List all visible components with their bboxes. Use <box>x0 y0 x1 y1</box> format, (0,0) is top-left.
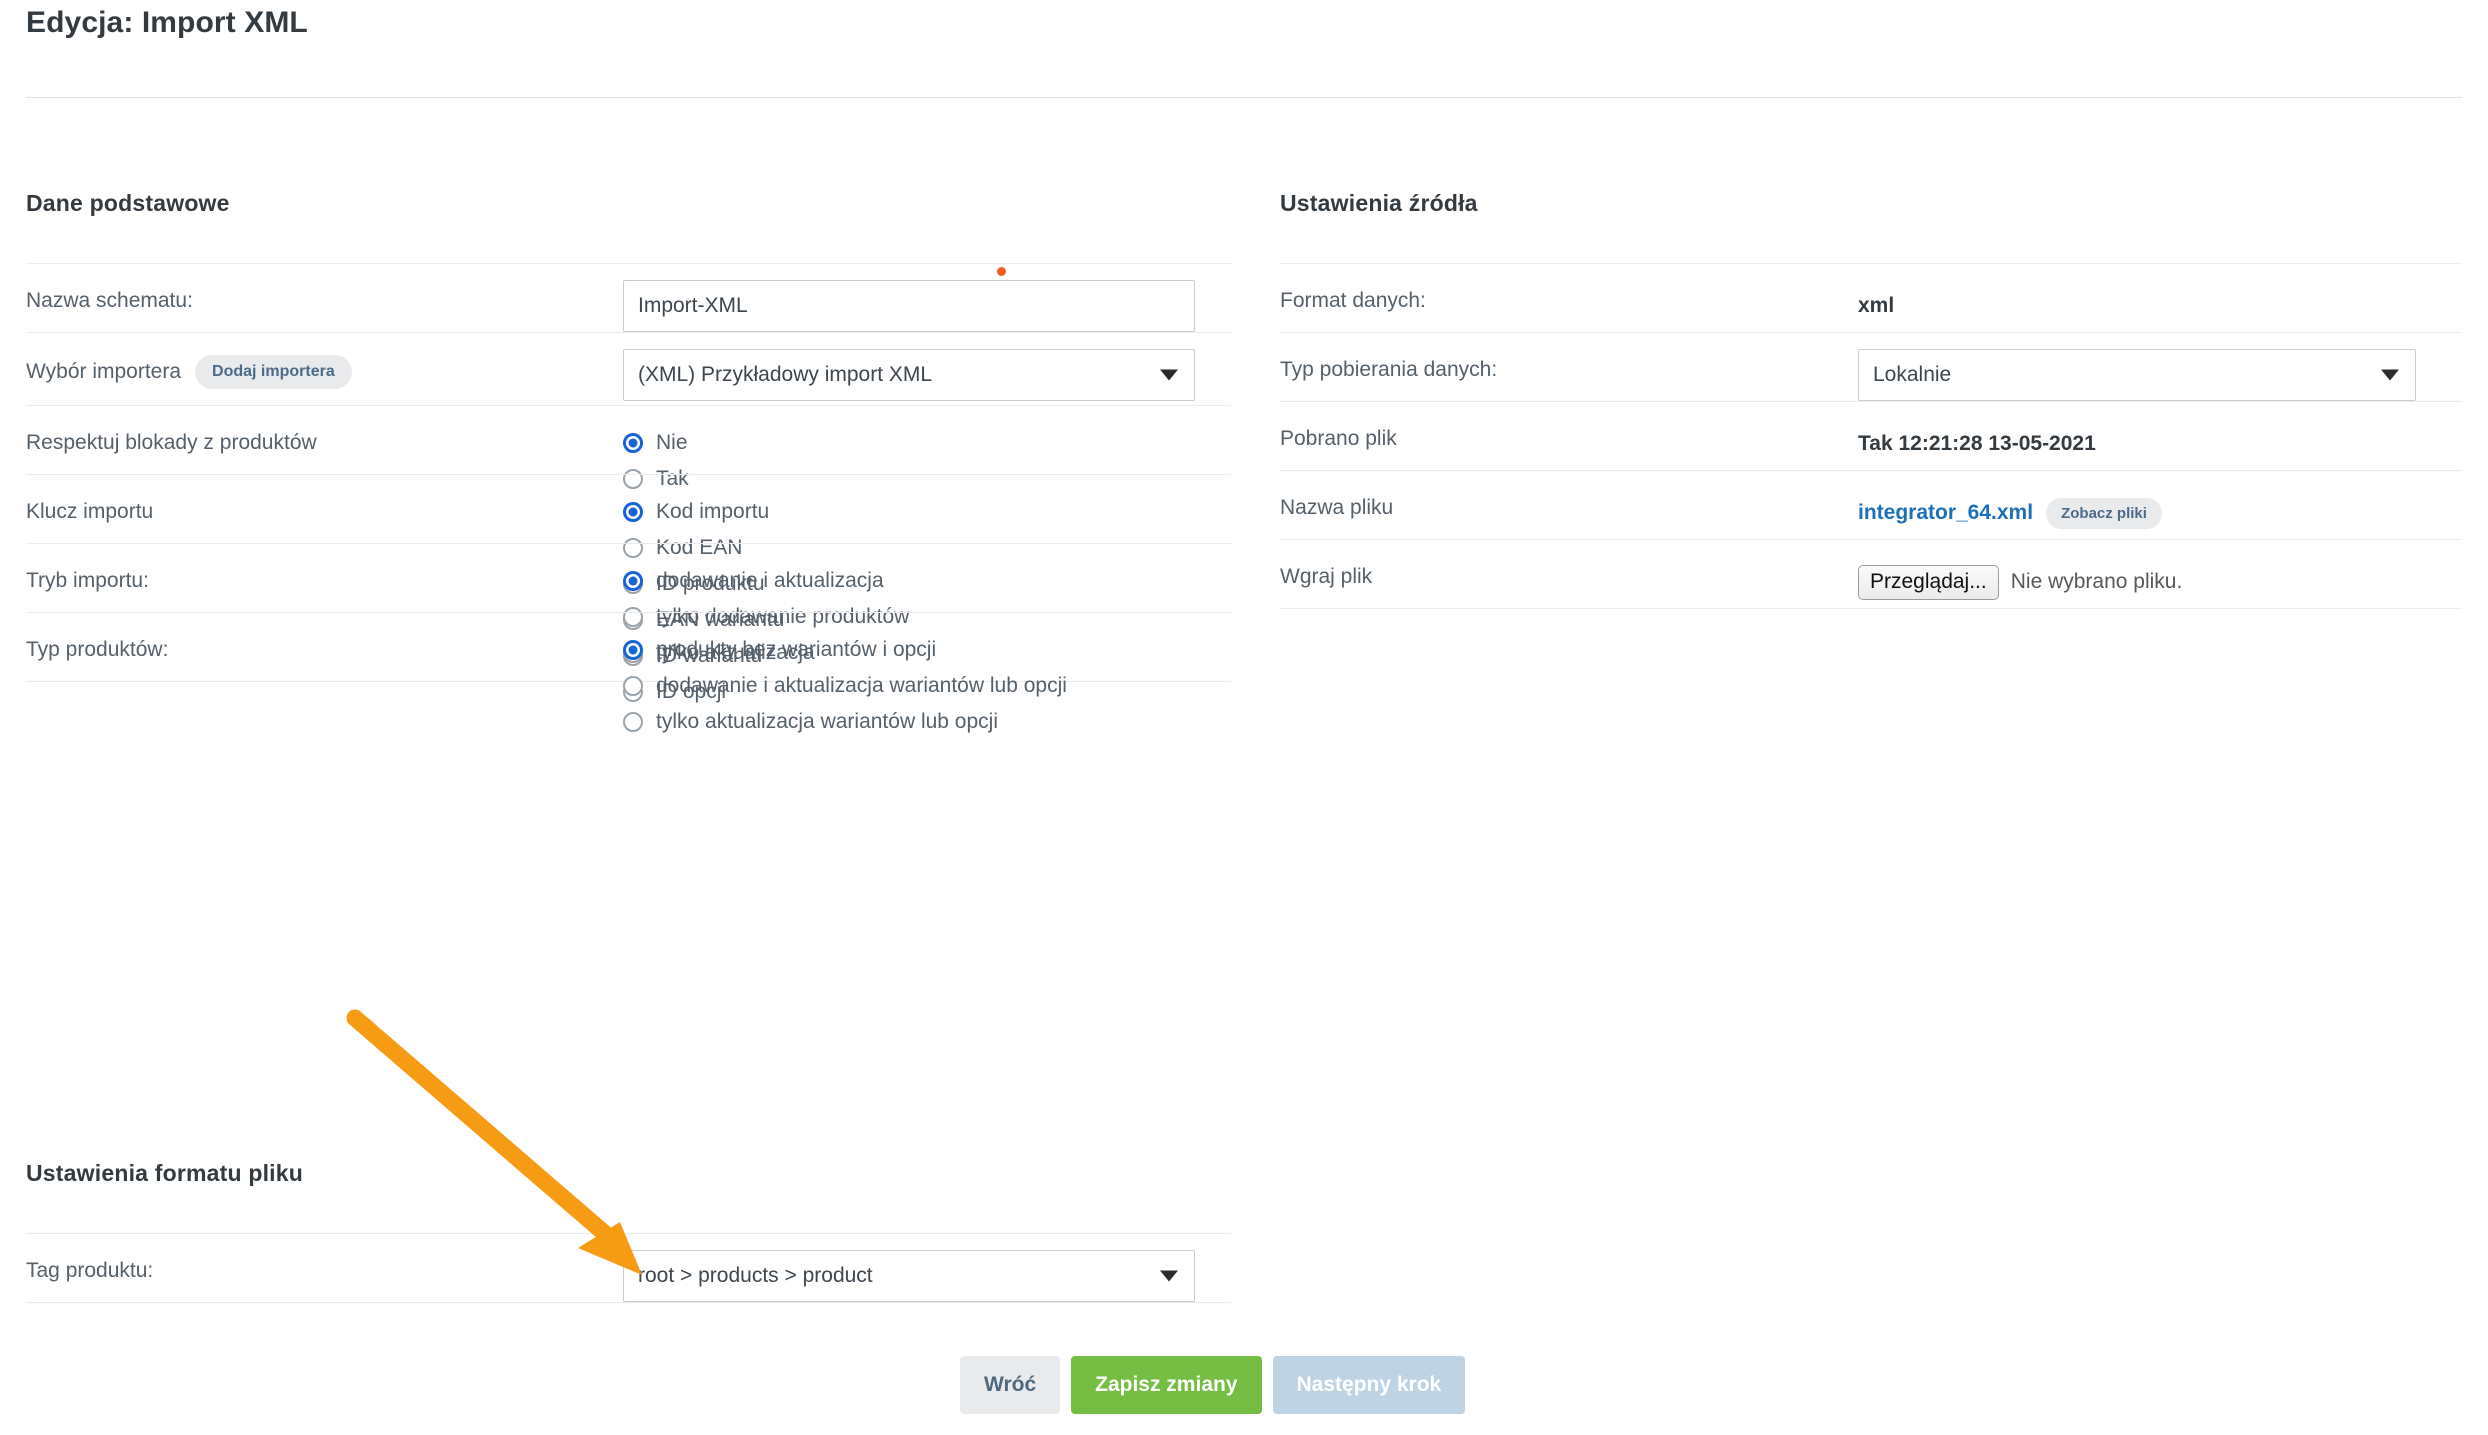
radio-label: Kod importu <box>656 500 770 523</box>
control-schema-name <box>623 280 1195 332</box>
control-product-type: produkty bez wariantów i opcji dodawanie… <box>623 629 1067 740</box>
download-type-select[interactable]: Lokalnie <box>1858 349 2416 401</box>
radio-respect-locks-0[interactable]: Nie <box>623 425 689 461</box>
row-schema-name: Nazwa schematu: <box>26 263 1231 332</box>
radio-dot-icon <box>623 433 643 453</box>
row-data-format: Format danych: xml <box>1280 263 2462 332</box>
radio-dot-icon <box>623 640 643 660</box>
control-file-downloaded: Tak 12:21:28 13-05-2021 <box>1858 418 2096 470</box>
control-upload-file: Przeglądaj... Nie wybrano pliku. <box>1858 556 2182 608</box>
product-tag-select-value: root > products > product <box>638 1264 873 1287</box>
label-file-name: Nazwa pliku <box>1280 496 1394 519</box>
next-step-button[interactable]: Następny krok <box>1272 1356 1466 1414</box>
product-tag-select[interactable]: root > products > product <box>623 1250 1195 1302</box>
label-importer-group: Wybór importera Dodaj importera <box>26 349 352 389</box>
label-import-mode: Tryb importu: <box>26 569 149 592</box>
row-product-type: Typ produktów: produkty bez wariantów i … <box>26 612 1231 733</box>
source-settings-section: Ustawienia źródła Format danych: xml Typ… <box>1280 190 2462 609</box>
chevron-down-icon <box>2381 369 2399 381</box>
section-title-source-settings: Ustawienia źródła <box>1280 190 1478 216</box>
row-download-type: Typ pobierania danych: Lokalnie <box>1280 332 2462 401</box>
file-name-link[interactable]: integrator_64.xml <box>1858 487 2033 539</box>
label-importer: Wybór importera <box>26 360 182 383</box>
label-download-type: Typ pobierania danych: <box>1280 358 1498 381</box>
value-data-format: xml <box>1858 294 1895 317</box>
radio-dot-icon <box>623 676 643 696</box>
file-chooser: Przeglądaj... Nie wybrano pliku. <box>1858 556 2182 608</box>
label-product-tag: Tag produktu: <box>26 1259 154 1282</box>
row-importer: Wybór importera Dodaj importera (XML) Pr… <box>26 332 1231 405</box>
upload-status-text: Nie wybrano pliku. <box>2010 570 2183 593</box>
radio-import-mode-0[interactable]: dodawanie i aktualizacja <box>623 563 909 599</box>
download-type-select-value: Lokalnie <box>1873 363 1952 386</box>
file-name-group: integrator_64.xml Zobacz pliki <box>1858 487 2162 539</box>
radio-product-type-0[interactable]: produkty bez wariantów i opcji <box>623 632 1067 668</box>
row-import-mode: Tryb importu: dodawanie i aktualizacja t… <box>26 543 1231 664</box>
label-import-key: Klucz importu <box>26 500 154 523</box>
form-actions: Wróć Zapisz zmiany Następny krok <box>960 1356 1466 1414</box>
radio-label: Nie <box>656 431 688 454</box>
add-importer-button[interactable]: Dodaj importera <box>195 355 352 389</box>
importer-select-value: (XML) Przykładowy import XML <box>638 363 933 386</box>
label-product-type: Typ produktów: <box>26 638 169 661</box>
radio-dot-icon <box>623 502 643 522</box>
value-file-downloaded: Tak 12:21:28 13-05-2021 <box>1858 432 2096 455</box>
radio-import-key-0[interactable]: Kod importu <box>623 494 784 530</box>
page-title: Edycja: Import XML <box>26 6 308 39</box>
chevron-down-icon <box>1160 1270 1178 1282</box>
chevron-down-icon <box>1160 369 1178 381</box>
radio-product-type-2[interactable]: tylko aktualizacja wariantów lub opcji <box>623 704 1067 740</box>
control-data-format: xml <box>1858 280 1894 332</box>
radio-group-product-type: produkty bez wariantów i opcji dodawanie… <box>623 629 1067 740</box>
control-file-name: integrator_64.xml Zobacz pliki <box>1858 487 2162 539</box>
section-title-basic-data: Dane podstawowe <box>26 190 230 216</box>
title-divider <box>26 97 2462 98</box>
row-upload-file: Wgraj plik Przeglądaj... Nie wybrano pli… <box>1280 539 2462 609</box>
label-data-format: Format danych: <box>1280 289 1426 312</box>
label-schema-name: Nazwa schematu: <box>26 289 193 312</box>
row-respect-locks: Respektuj blokady z produktów Nie Tak <box>26 405 1231 490</box>
file-format-section: Ustawienia formatu pliku Tag produktu: r… <box>26 1160 1231 1303</box>
radio-label: dodawanie i aktualizacja <box>656 569 884 592</box>
label-file-downloaded: Pobrano plik <box>1280 427 1397 450</box>
radio-label: dodawanie i aktualizacja wariantów lub o… <box>656 674 1067 697</box>
radio-dot-icon <box>623 712 643 732</box>
radio-dot-icon <box>623 571 643 591</box>
red-dot-marker-annotation <box>997 267 1006 276</box>
row-import-key: Klucz importu Kod importu Kod EAN ID pro… <box>26 474 1231 703</box>
control-product-tag: root > products > product <box>623 1250 1195 1302</box>
schema-name-input[interactable] <box>623 280 1195 332</box>
save-changes-button[interactable]: Zapisz zmiany <box>1071 1356 1262 1414</box>
radio-product-type-1[interactable]: dodawanie i aktualizacja wariantów lub o… <box>623 668 1067 704</box>
row-product-tag: Tag produktu: root > products > product <box>26 1233 1231 1303</box>
row-file-downloaded: Pobrano plik Tak 12:21:28 13-05-2021 <box>1280 401 2462 470</box>
back-button[interactable]: Wróć <box>960 1356 1061 1414</box>
basic-data-section: Dane podstawowe Nazwa schematu: Wybór im… <box>26 190 1231 733</box>
control-importer: (XML) Przykładowy import XML <box>623 349 1195 401</box>
radio-label: tylko aktualizacja wariantów lub opcji <box>656 710 998 733</box>
browse-file-button[interactable]: Przeglądaj... <box>1858 564 1999 600</box>
label-respect-locks: Respektuj blokady z produktów <box>26 431 317 454</box>
section-title-file-format: Ustawienia formatu pliku <box>26 1160 304 1186</box>
row-file-name: Nazwa pliku integrator_64.xml Zobacz pli… <box>1280 470 2462 539</box>
page-root: Edycja: Import XML Dane podstawowe Nazwa… <box>0 0 2488 1435</box>
control-download-type: Lokalnie <box>1858 349 2416 401</box>
importer-select[interactable]: (XML) Przykładowy import XML <box>623 349 1195 401</box>
view-files-button[interactable]: Zobacz pliki <box>2046 497 2162 529</box>
label-upload-file: Wgraj plik <box>1280 565 1373 588</box>
radio-label: produkty bez wariantów i opcji <box>656 638 937 661</box>
